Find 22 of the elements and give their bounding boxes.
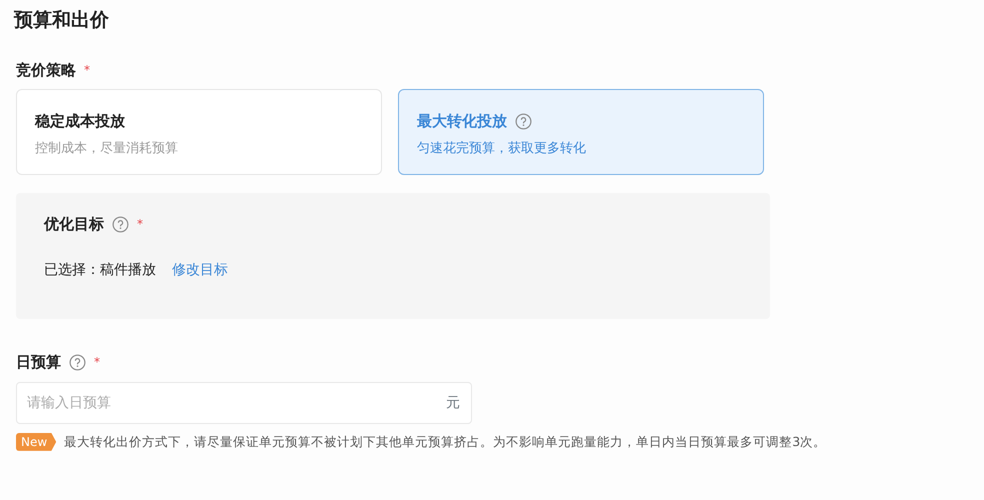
required-mark: * bbox=[137, 216, 143, 234]
option-title: 稳定成本投放 bbox=[35, 111, 125, 132]
section-title: 预算和出价 bbox=[14, 8, 110, 33]
help-icon[interactable] bbox=[69, 354, 86, 371]
field-label: 日预算 bbox=[16, 352, 61, 373]
help-icon[interactable] bbox=[515, 112, 532, 130]
strategy-option[interactable]: 最大转化投放 匀速花完预算，获取更多转化 bbox=[398, 89, 764, 175]
option-description: 控制成本，尽量消耗预算 bbox=[35, 140, 179, 158]
help-icon[interactable] bbox=[112, 216, 129, 233]
option-title: 最大转化投放 bbox=[417, 111, 507, 132]
required-mark: * bbox=[84, 62, 90, 79]
new-badge: New bbox=[16, 432, 56, 451]
field-label: 竞价策略 bbox=[16, 60, 76, 80]
strategy-option[interactable]: 稳定成本投放 控制成本，尽量消耗预算 bbox=[16, 89, 382, 175]
selected-goal-label: 已选择： bbox=[44, 260, 100, 280]
required-mark: * bbox=[94, 354, 100, 372]
selected-goal-value: 稿件播放 bbox=[100, 260, 156, 280]
option-description: 匀速花完预算，获取更多转化 bbox=[417, 140, 587, 158]
currency-unit: 元 bbox=[446, 394, 460, 412]
notice-text: 最大转化出价方式下，请尽量保证单元预算不被计划下其他单元预算挤占。为不影响单元跑量能力，单日内当日预算最多可调整3次。 bbox=[64, 432, 826, 450]
edit-goal-link[interactable]: 修改目标 bbox=[172, 260, 228, 280]
field-label: 优化目标 bbox=[44, 214, 104, 235]
